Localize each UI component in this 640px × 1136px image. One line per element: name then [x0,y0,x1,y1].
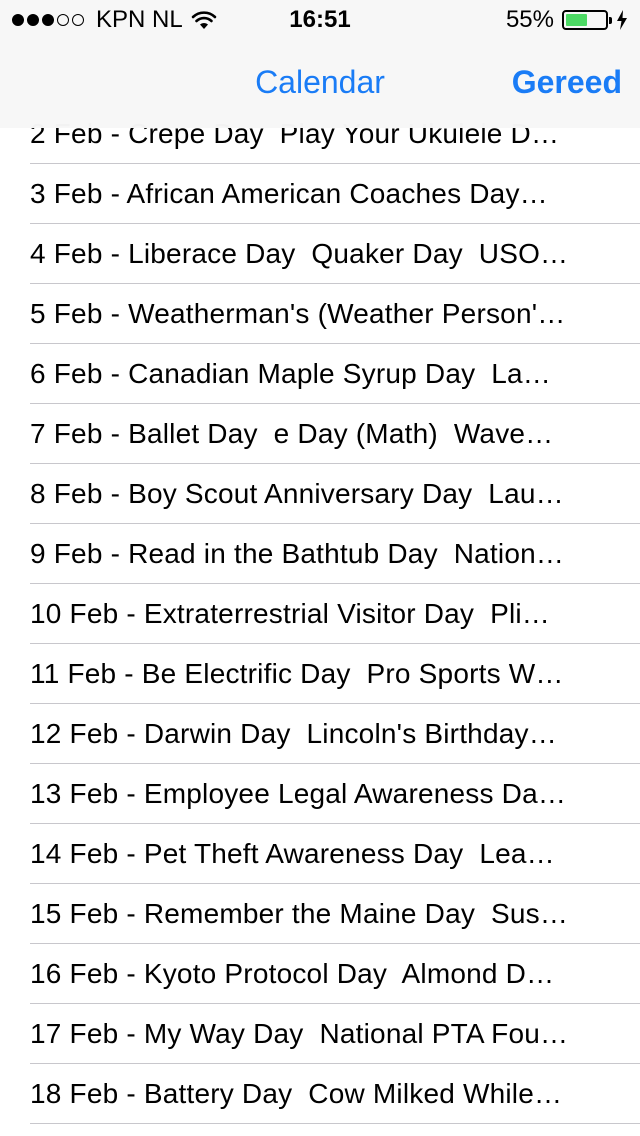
list-item[interactable]: 10 Feb - Extraterrestrial Visitor Day Pl… [0,584,640,644]
battery-level [566,14,587,26]
list-item-label: 3 Feb - African American Coaches Day… [30,178,548,209]
list-item[interactable]: 6 Feb - Canadian Maple Syrup Day La… [0,344,640,404]
list-item[interactable]: 9 Feb - Read in the Bathtub Day Nation… [0,524,640,584]
list-item-label: 15 Feb - Remember the Maine Day Sus… [30,898,569,929]
list-item[interactable]: 18 Feb - Battery Day Cow Milked While… [0,1064,640,1124]
list-item-label: 14 Feb - Pet Theft Awareness Day Lea… [30,838,555,869]
list-item[interactable]: 5 Feb - Weatherman's (Weather Person'… [0,284,640,344]
battery-icon [562,10,612,30]
list-item[interactable]: 17 Feb - My Way Day National PTA Fou… [0,1004,640,1064]
list-item-label: 11 Feb - Be Electrific Day Pro Sports W… [30,658,564,689]
list-item[interactable]: 11 Feb - Be Electrific Day Pro Sports W… [0,644,640,704]
done-button[interactable]: Gereed [512,64,622,101]
list-item-label: 7 Feb - Ballet Day e Day (Math) Wave… [30,418,554,449]
list-item-label: 18 Feb - Battery Day Cow Milked While… [30,1078,563,1109]
list-item-label: 4 Feb - Liberace Day Quaker Day USO… [30,238,569,269]
battery-tip [609,17,612,24]
list-item-label: 6 Feb - Canadian Maple Syrup Day La… [30,358,551,389]
list-item-label: 13 Feb - Employee Legal Awareness Da… [30,778,567,809]
screen: 2 Feb - Crepe Day Play Your Ukulele D… 3… [0,0,640,1136]
list-item-label: 8 Feb - Boy Scout Anniversary Day Lau… [30,478,564,509]
list-item[interactable]: 14 Feb - Pet Theft Awareness Day Lea… [0,824,640,884]
list-item[interactable]: 7 Feb - Ballet Day e Day (Math) Wave… [0,404,640,464]
battery-percent: 55% [505,6,554,33]
list-item[interactable]: 15 Feb - Remember the Maine Day Sus… [0,884,640,944]
charging-bolt-icon [617,10,627,30]
list-item[interactable]: 4 Feb - Liberace Day Quaker Day USO… [0,224,640,284]
navigation-bar: Calendar Gereed [0,40,640,128]
list-item-label: 9 Feb - Read in the Bathtub Day Nation… [30,538,565,569]
top-bar: KPN NL 16:51 55% Calendar Gereed [0,0,640,128]
list-item-label: 17 Feb - My Way Day National PTA Fou… [30,1018,569,1049]
list-item[interactable]: 13 Feb - Employee Legal Awareness Da… [0,764,640,824]
list-item-label: 5 Feb - Weatherman's (Weather Person'… [30,298,566,329]
list-item-label: 16 Feb - Kyoto Protocol Day Almond D… [30,958,555,989]
calendar-list[interactable]: 2 Feb - Crepe Day Play Your Ukulele D… 3… [0,104,640,1124]
list-item[interactable]: 12 Feb - Darwin Day Lincoln's Birthday… [0,704,640,764]
list-item[interactable]: 16 Feb - Kyoto Protocol Day Almond D… [0,944,640,1004]
list-item-label: 12 Feb - Darwin Day Lincoln's Birthday… [30,718,557,749]
status-bar: KPN NL 16:51 55% [0,0,640,40]
status-right: 55% [506,6,628,34]
list-item[interactable]: 3 Feb - African American Coaches Day… [0,164,640,224]
list-item[interactable]: 8 Feb - Boy Scout Anniversary Day Lau… [0,464,640,524]
list-item-label: 10 Feb - Extraterrestrial Visitor Day Pl… [30,598,551,629]
